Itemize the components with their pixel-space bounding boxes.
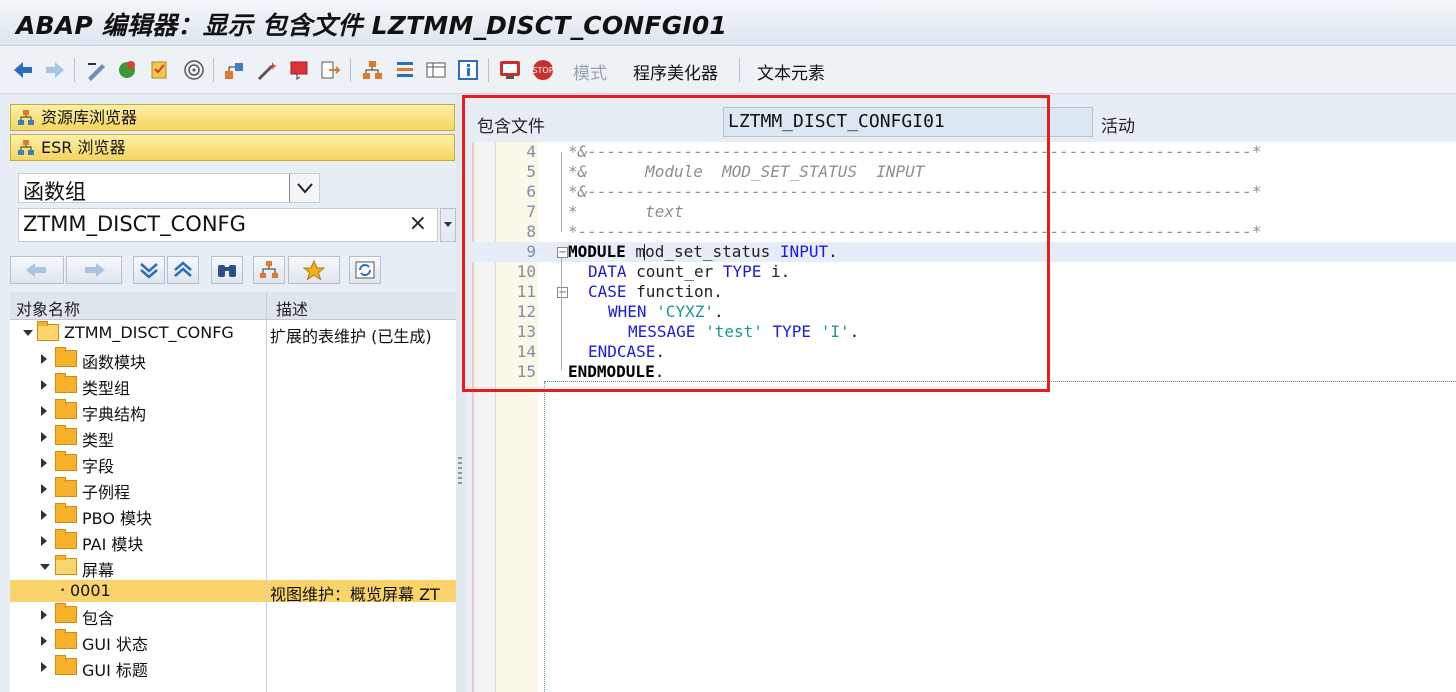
text-elements-button[interactable]: 文本元素 [757,59,825,84]
back-icon[interactable] [11,58,35,82]
tree-row-pai-modules[interactable]: PAI 模块 [10,528,456,554]
column-description: 描述 [276,300,309,319]
pretty-printer-button[interactable]: 程序美化器 [633,59,718,84]
activate-icon[interactable] [115,58,139,82]
refresh-icon [355,261,375,279]
folder-icon [55,503,77,523]
svg-text:STOP: STOP [532,66,553,75]
tree-row-subroutines[interactable]: 子例程 [10,476,456,502]
folder-icon [55,655,77,675]
tree-row-gui-title[interactable]: GUI 标题 [10,654,456,680]
tree-row-screen-0001[interactable]: • 0001 视图维护：概览屏幕 ZT [10,580,456,604]
tree-row-function-modules[interactable]: 函数模块 [10,346,456,372]
star-icon [303,260,325,280]
export-icon[interactable] [318,58,342,82]
tree-row-pbo-modules[interactable]: PBO 模块 [10,502,456,528]
column-object-name: 对象名称 [16,300,81,319]
activation-status: 活动 [1101,117,1135,137]
tree-row-type-groups[interactable]: 类型组 [10,372,456,398]
nav-forward-button[interactable] [66,256,122,284]
object-type-select[interactable]: 函数组 [18,173,320,204]
folder-icon [55,451,77,471]
folder-icon [55,399,77,419]
expand-icon [140,263,158,279]
object-name-input[interactable]: ZTMM_DISCT_CONFG × [18,208,438,242]
window-title: ABAP 编辑器：显示 包含文件 LZTMM_DISCT_CONFGI01 [16,11,728,40]
tree-row-includes[interactable]: 包含 [10,602,456,628]
clear-icon[interactable]: × [409,211,427,236]
tree-row-fields[interactable]: 字段 [10,450,456,476]
find-button[interactable] [211,256,243,284]
highlight-box [462,95,1050,392]
hierarchy-button[interactable] [253,256,285,284]
folder-icon [55,373,77,393]
mode-button[interactable]: 模式 [573,59,607,84]
hierarchy-icon[interactable] [360,58,384,82]
tree-row-types[interactable]: 类型 [10,424,456,450]
tree-row-function-group[interactable]: ZTMM_DISCT_CONFG 扩展的表维护 (已生成) [10,320,456,346]
collapse-all-button[interactable] [167,256,199,284]
tree-row-screens[interactable]: 屏幕 [10,554,456,580]
check-icon[interactable] [148,58,172,82]
refresh-button[interactable] [349,256,381,284]
chevron-down-icon[interactable] [289,174,319,202]
object-name-value: ZTMM_DISCT_CONFG [23,212,246,236]
search-help-icon[interactable] [440,208,456,242]
tree-row-dict-structures[interactable]: 字典结构 [10,398,456,424]
object-tree: ZTMM_DISCT_CONFG 扩展的表维护 (已生成) 函数模块 类型组 字… [10,320,456,692]
folder-icon [55,529,77,549]
esr-browser-button[interactable]: ESR 浏览器 [10,134,455,161]
forward-icon [85,263,105,277]
navigate-icon[interactable] [287,58,311,82]
folder-icon [55,477,77,497]
wand-icon[interactable] [255,58,279,82]
application-toolbar: STOP 模式 程序美化器 文本元素 [0,46,1456,94]
breakpoint-external-icon[interactable]: STOP [531,58,555,82]
display-change-icon[interactable] [84,58,108,82]
object-type-value: 函数组 [23,180,86,204]
object-list-icon[interactable] [222,58,246,82]
repository-browser-button[interactable]: 资源库浏览器 [10,104,455,131]
tree-row-gui-status[interactable]: GUI 状态 [10,628,456,654]
folder-open-icon [55,555,77,575]
breakpoint-session-icon[interactable] [498,58,522,82]
repository-browser-label: 资源库浏览器 [41,108,138,127]
info-icon[interactable] [456,58,480,82]
hierarchy-icon [260,261,278,278]
folder-open-icon [37,321,59,341]
tree-header: 对象名称 描述 [10,292,456,320]
forward-icon[interactable] [43,58,67,82]
back-icon [26,263,46,277]
folder-icon [55,603,77,623]
title-bar: ABAP 编辑器：显示 包含文件 LZTMM_DISCT_CONFGI01 [0,0,1456,46]
where-used-icon[interactable] [182,58,206,82]
favorites-button[interactable] [288,256,340,284]
collapse-icon [174,261,192,277]
hierarchy-icon [18,140,34,155]
hierarchy-icon [18,110,34,125]
table-icon[interactable] [424,58,448,82]
folder-icon [55,425,77,445]
expand-all-button[interactable] [133,256,165,284]
binoculars-icon [218,265,236,277]
nav-back-button[interactable] [10,256,64,284]
esr-browser-label: ESR 浏览器 [41,138,126,157]
stack-icon[interactable] [393,58,417,82]
folder-icon [55,347,77,367]
folder-icon [55,629,77,649]
